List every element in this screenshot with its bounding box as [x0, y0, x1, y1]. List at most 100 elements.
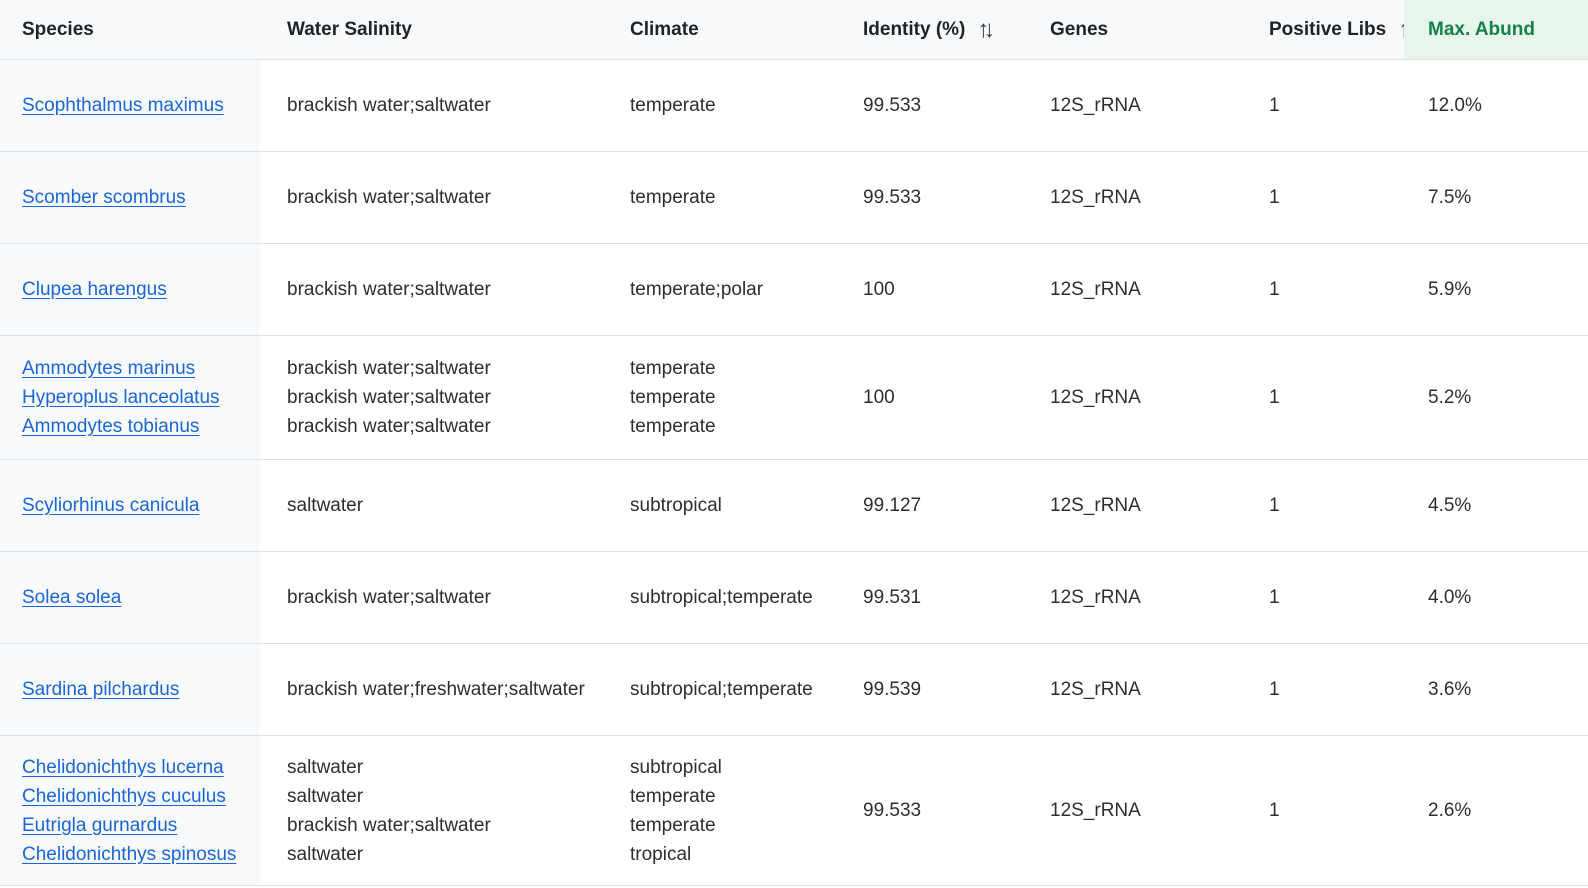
header-water-salinity: Water Salinity [287, 18, 412, 40]
positive-libs-cell-value: 1 [1269, 387, 1280, 408]
max-abundance-cell-value: 4.5% [1428, 495, 1472, 516]
positive-libs-cell-value: 1 [1269, 800, 1280, 821]
positive-libs-cell: 1 [1237, 644, 1404, 735]
identity-cell: 100 [836, 336, 1023, 459]
genes-cell-value: 12S_rRNA [1050, 587, 1141, 608]
climate-cell: subtropical;temperate [603, 552, 836, 643]
climate-cell-line: subtropical;temperate [630, 679, 813, 700]
species-link[interactable]: Scomber scombrus [22, 183, 260, 212]
climate-cell-line: subtropical [630, 756, 722, 778]
climate-cell: temperate [603, 60, 836, 151]
max-abundance-cell: 12.0% [1404, 60, 1588, 151]
genes-cell: 12S_rRNA [1023, 460, 1237, 551]
species-link[interactable]: Scyliorhinus canicula [22, 491, 260, 520]
species-link[interactable]: Scophthalmus maximus [22, 91, 260, 120]
table-row: Sardina pilchardus brackish water;freshwa… [0, 644, 1588, 736]
species-link[interactable]: Chelidonichthys lucerna [22, 753, 260, 782]
header-max-abundance[interactable]: Max. Abund [1404, 0, 1588, 59]
max-abundance-cell: 4.0% [1404, 552, 1588, 643]
positive-libs-cell-value: 1 [1269, 187, 1280, 208]
genes-cell-value: 12S_rRNA [1050, 387, 1141, 408]
max-abundance-cell-value: 4.0% [1428, 587, 1472, 608]
table-row: Clupea harengus brackish water;saltwater t… [0, 244, 1588, 336]
header-identity[interactable]: Identity (%) ↑↓ [836, 0, 1023, 59]
identity-cell-value: 99.533 [863, 95, 922, 116]
species-link[interactable]: Chelidonichthys cuculus [22, 782, 260, 811]
genes-cell: 12S_rRNA [1023, 244, 1237, 335]
species-cell: Solea solea [0, 552, 260, 643]
identity-cell: 99.533 [836, 736, 1023, 885]
table-row: Chelidonichthys lucerna Chelidonichthys c… [0, 736, 1588, 886]
species-cell: Scomber scombrus [0, 152, 260, 243]
species-link[interactable]: Chelidonichthys spinosus [22, 840, 260, 869]
salinity-cell-line: brackish water;saltwater [287, 814, 491, 836]
species-cell: Chelidonichthys lucerna Chelidonichthys c… [0, 736, 260, 885]
species-link[interactable]: Ammodytes tobianus [22, 412, 260, 441]
climate-cell: subtropical temperate temperate tropical [603, 736, 836, 885]
species-link[interactable]: Ammodytes marinus [22, 354, 260, 383]
max-abundance-cell: 4.5% [1404, 460, 1588, 551]
climate-cell-line: temperate [630, 387, 716, 408]
climate-cell: temperate temperate temperate [603, 336, 836, 459]
header-positive-libs[interactable]: Positive Libs↑↓ [1237, 0, 1404, 59]
genes-cell: 12S_rRNA [1023, 552, 1237, 643]
positive-libs-cell-value: 1 [1269, 587, 1280, 608]
species-cell: Sardina pilchardus [0, 644, 260, 735]
identity-cell-value: 99.127 [863, 495, 922, 516]
max-abundance-cell: 5.2% [1404, 336, 1588, 459]
salinity-cell: saltwater saltwater brackish water;saltwat… [260, 736, 603, 885]
species-cell: Scophthalmus maximus [0, 60, 260, 151]
table-header: Species Water Salinity Climate Identity … [0, 0, 1588, 60]
identity-cell: 99.531 [836, 552, 1023, 643]
salinity-cell-line: saltwater [287, 495, 364, 516]
climate-cell: temperate;polar [603, 244, 836, 335]
identity-cell: 99.533 [836, 60, 1023, 151]
table-row: Scyliorhinus canicula saltwater subtropica… [0, 460, 1588, 552]
identity-cell: 100 [836, 244, 1023, 335]
climate-cell-line: temperate [630, 187, 716, 208]
climate-cell-line: subtropical;temperate [630, 587, 813, 608]
species-link[interactable]: Eutrigla gurnardus [22, 811, 260, 840]
identity-cell-value: 99.539 [863, 679, 922, 700]
table-row: Scophthalmus maximus brackish water;saltw… [0, 60, 1588, 152]
genes-cell: 12S_rRNA [1023, 644, 1237, 735]
genes-cell-value: 12S_rRNA [1050, 679, 1141, 700]
max-abundance-cell-value: 3.6% [1428, 679, 1472, 700]
climate-cell-line: temperate [630, 814, 716, 836]
climate-cell-line: temperate;polar [630, 279, 764, 300]
max-abundance-cell: 3.6% [1404, 644, 1588, 735]
table-row: Scomber scombrus brackish water;saltwater… [0, 152, 1588, 244]
species-link[interactable]: Sardina pilchardus [22, 675, 260, 704]
climate-cell-line: temperate [630, 95, 716, 116]
header-genes: Genes [1050, 18, 1109, 40]
identity-cell-value: 99.533 [863, 800, 922, 821]
species-link[interactable]: Hyperoplus lanceolatus [22, 383, 260, 412]
genes-cell-value: 12S_rRNA [1050, 495, 1141, 516]
species-link[interactable]: Clupea harengus [22, 275, 260, 304]
species-cell: Scyliorhinus canicula [0, 460, 260, 551]
positive-libs-cell: 1 [1237, 152, 1404, 243]
positive-libs-cell: 1 [1237, 736, 1404, 885]
max-abundance-cell: 5.9% [1404, 244, 1588, 335]
climate-cell-line: subtropical [630, 495, 722, 516]
salinity-cell: brackish water;saltwater [260, 60, 603, 151]
salinity-cell-line: brackish water;freshwater;saltwater [287, 679, 585, 700]
climate-cell-line: temperate [630, 358, 716, 379]
genes-cell-value: 12S_rRNA [1050, 279, 1141, 300]
climate-cell: temperate [603, 152, 836, 243]
positive-libs-cell: 1 [1237, 336, 1404, 459]
max-abundance-cell: 2.6% [1404, 736, 1588, 885]
climate-cell-line: tropical [630, 843, 692, 865]
salinity-cell-line: brackish water;saltwater [287, 387, 491, 408]
positive-libs-cell: 1 [1237, 60, 1404, 151]
identity-cell-value: 99.533 [863, 187, 922, 208]
species-cell: Clupea harengus [0, 244, 260, 335]
salinity-cell: saltwater [260, 460, 603, 551]
max-abundance-cell-value: 5.9% [1428, 279, 1472, 300]
salinity-cell-line: brackish water;saltwater [287, 95, 491, 116]
genes-cell: 12S_rRNA [1023, 736, 1237, 885]
climate-cell-line: temperate [630, 785, 716, 807]
max-abundance-cell-value: 2.6% [1428, 800, 1472, 821]
species-link[interactable]: Solea solea [22, 583, 260, 612]
sort-icon[interactable]: ↑↓ [977, 16, 995, 44]
